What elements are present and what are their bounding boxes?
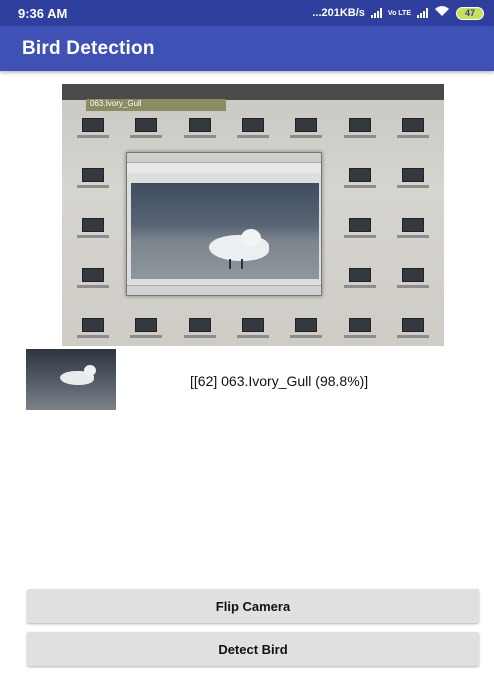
file-name-line <box>236 335 269 338</box>
file-icon <box>389 118 438 164</box>
file-icon <box>68 218 117 264</box>
file-thumbnail <box>135 318 158 332</box>
file-name-line <box>343 185 376 188</box>
file-thumbnail <box>402 118 425 132</box>
file-icon <box>389 318 438 346</box>
lte-label: Vo LTE <box>387 9 411 17</box>
viewer-titlebar <box>127 153 321 163</box>
file-thumbnail <box>188 118 211 132</box>
file-name-line <box>130 135 163 138</box>
file-name-line <box>76 335 109 338</box>
viewer-toolbar <box>127 163 321 173</box>
file-name-line <box>397 285 430 288</box>
gull-leg <box>241 259 243 269</box>
app-title: Bird Detection <box>22 37 155 59</box>
file-name-line <box>183 335 216 338</box>
file-name-line <box>183 135 216 138</box>
file-thumbnail <box>348 268 371 282</box>
file-name-line <box>397 235 430 238</box>
wifi-icon <box>434 6 450 20</box>
signal-icon-2 <box>417 8 428 18</box>
file-name-line <box>343 285 376 288</box>
file-icon <box>68 118 117 164</box>
file-manager-tab-label: 063.Ivory_Gull <box>90 99 142 108</box>
file-thumbnail <box>402 268 425 282</box>
file-name-line <box>290 335 323 338</box>
file-thumbnail <box>402 218 425 232</box>
file-thumbnail <box>348 218 371 232</box>
file-thumbnail <box>81 318 104 332</box>
file-name-line <box>343 335 376 338</box>
file-icon <box>335 218 384 264</box>
viewer-statusbar <box>127 285 321 295</box>
file-thumbnail <box>348 118 371 132</box>
file-icon <box>228 318 277 346</box>
status-indicators: ...201KB/s Vo LTE 47 <box>312 6 484 20</box>
file-name-line <box>343 135 376 138</box>
file-icon <box>68 318 117 346</box>
file-name-line <box>76 285 109 288</box>
camera-preview: 063.Ivory_Gull <box>62 84 444 346</box>
file-icon <box>282 318 331 346</box>
file-icon <box>389 268 438 314</box>
file-icon <box>389 218 438 264</box>
file-icon <box>68 268 117 314</box>
battery-icon: 47 <box>456 6 484 20</box>
file-icon <box>175 318 224 346</box>
file-name-line <box>76 185 109 188</box>
monitor-bezel <box>62 84 444 100</box>
file-name-line <box>397 135 430 138</box>
file-thumbnail <box>81 218 104 232</box>
file-thumbnail <box>188 318 211 332</box>
file-name-line <box>130 335 163 338</box>
file-name-line <box>397 185 430 188</box>
file-thumbnail <box>348 168 371 182</box>
file-manager-tab: 063.Ivory_Gull <box>86 99 226 111</box>
file-name-line <box>76 135 109 138</box>
detect-bird-button[interactable]: Detect Bird <box>27 632 479 666</box>
file-thumbnail <box>348 318 371 332</box>
file-thumbnail <box>295 318 318 332</box>
file-name-line <box>236 135 269 138</box>
gull-leg <box>229 259 231 269</box>
file-thumbnail <box>295 118 318 132</box>
thumbnail-gull-head <box>84 365 96 376</box>
file-icon <box>335 268 384 314</box>
file-thumbnail <box>81 168 104 182</box>
detection-result-label: [[62] 063.Ivory_Gull (98.8%)] <box>190 373 369 389</box>
file-icon <box>335 118 384 164</box>
status-time: 9:36 AM <box>18 5 68 21</box>
file-thumbnail <box>402 318 425 332</box>
flip-camera-button[interactable]: Flip Camera <box>27 589 479 623</box>
file-name-line <box>397 335 430 338</box>
file-icon <box>389 168 438 214</box>
file-icon <box>335 318 384 346</box>
file-thumbnail <box>135 118 158 132</box>
network-speed: ...201KB/s <box>312 7 365 19</box>
viewer-bird-photo <box>131 183 319 279</box>
file-icon <box>68 168 117 214</box>
file-name-line <box>343 235 376 238</box>
battery-level: 47 <box>464 8 475 18</box>
file-name-line <box>290 135 323 138</box>
file-icon <box>121 318 170 346</box>
image-viewer-window <box>126 152 322 296</box>
gull-head <box>241 229 261 247</box>
file-thumbnail <box>81 268 104 282</box>
file-thumbnail <box>402 168 425 182</box>
signal-icon <box>370 8 382 18</box>
detection-thumbnail <box>26 349 116 410</box>
file-thumbnail <box>241 318 264 332</box>
file-name-line <box>76 235 109 238</box>
app-bar: Bird Detection <box>0 26 494 71</box>
file-icon <box>335 168 384 214</box>
file-thumbnail <box>81 118 104 132</box>
status-bar: 9:36 AM ...201KB/s Vo LTE 47 <box>0 0 494 26</box>
file-thumbnail <box>241 118 264 132</box>
